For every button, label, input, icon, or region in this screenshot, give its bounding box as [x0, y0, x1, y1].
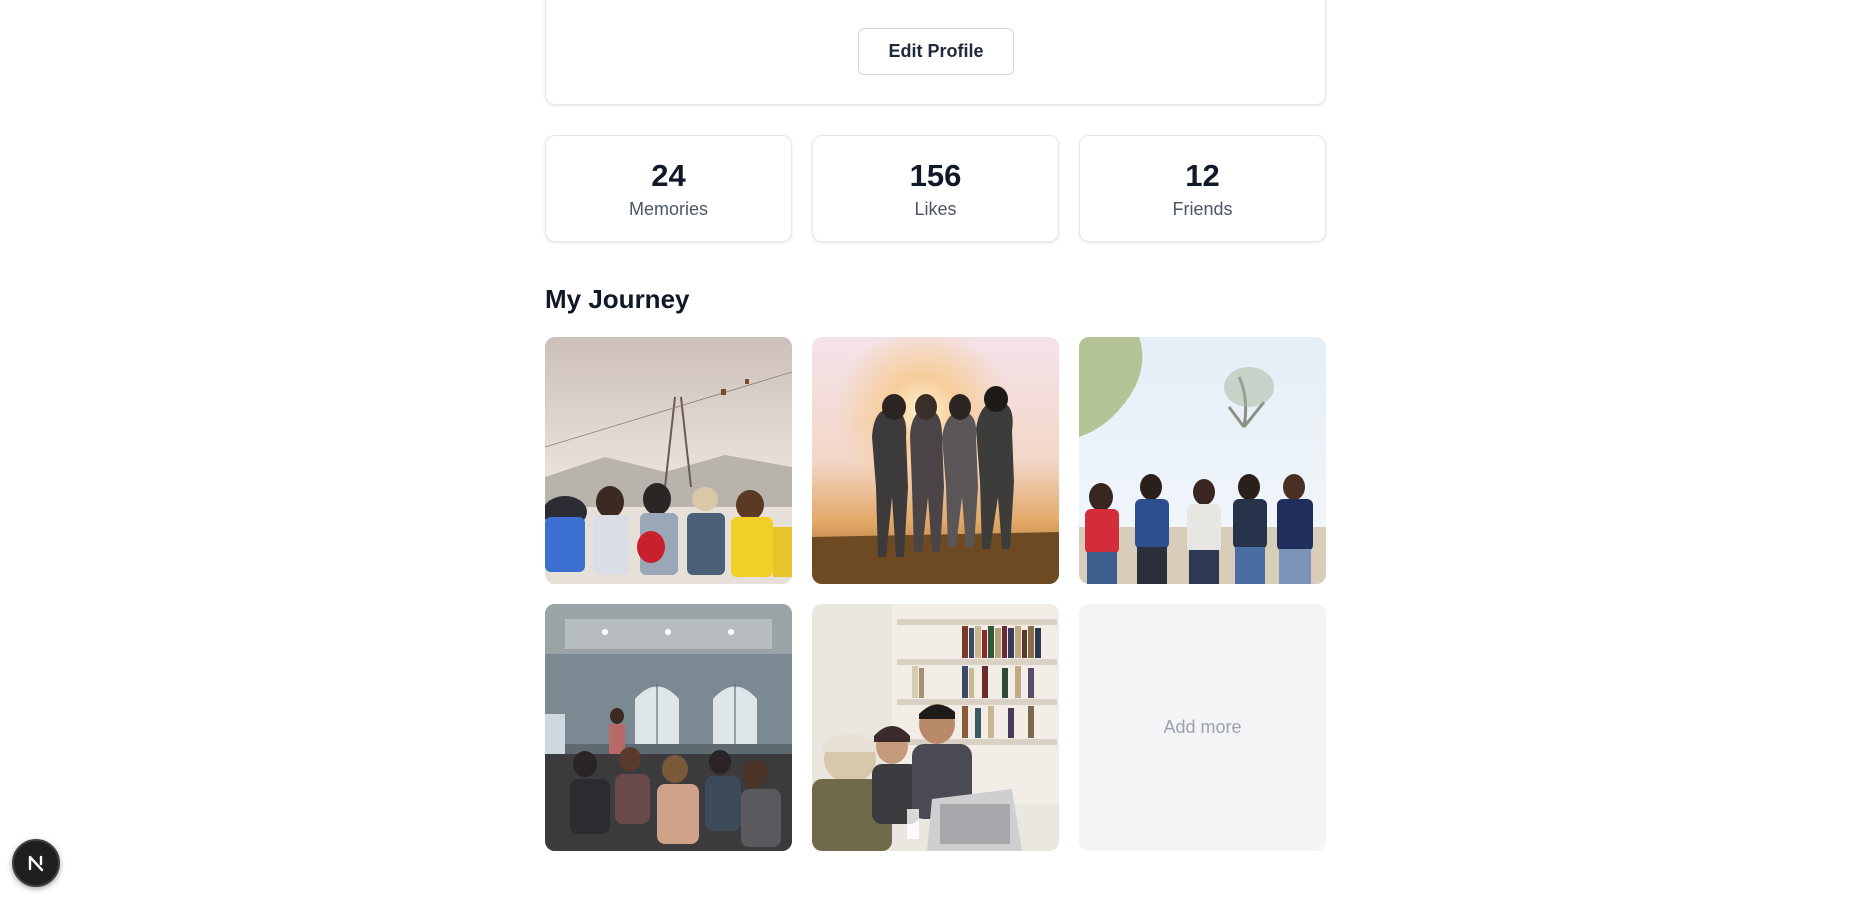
stat-card-friends: 12 Friends — [1079, 135, 1326, 242]
add-more-label: Add more — [1163, 717, 1242, 737]
stat-value: 12 — [1185, 158, 1220, 193]
journey-photo[interactable] — [1079, 337, 1326, 584]
journey-photo[interactable] — [545, 337, 792, 584]
stat-value: 156 — [909, 158, 962, 193]
add-more-tile[interactable]: Add more — [1079, 604, 1326, 851]
journey-section-title: My Journey — [545, 284, 690, 314]
stat-card-memories: 24 Memories — [545, 135, 792, 242]
journey-photo[interactable] — [812, 337, 1059, 584]
stat-value: 24 — [651, 158, 686, 193]
profile-card: Edit Profile — [545, 0, 1326, 105]
stat-label: Memories — [628, 199, 708, 219]
edit-profile-button[interactable]: Edit Profile — [858, 28, 1014, 75]
stat-label: Friends — [1172, 199, 1233, 219]
stat-label: Likes — [914, 199, 957, 219]
journey-photo[interactable] — [812, 604, 1059, 851]
journey-photo[interactable] — [545, 604, 792, 851]
nextjs-logo-icon[interactable] — [12, 839, 60, 887]
stat-card-likes: 156 Likes — [812, 135, 1059, 242]
stats-row: 24 Memories 156 Likes 12 Friends — [545, 135, 1326, 242]
